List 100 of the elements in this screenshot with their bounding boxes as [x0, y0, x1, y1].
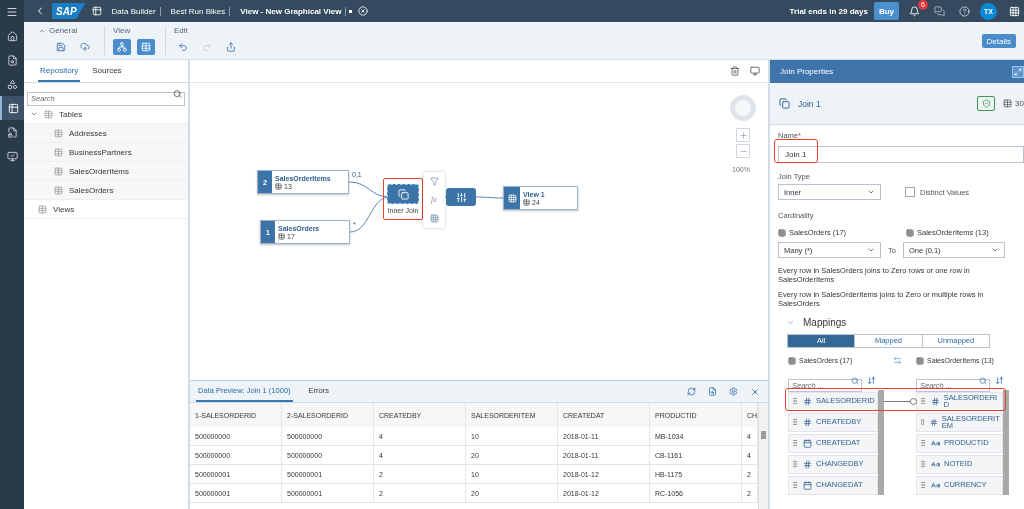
- redo-icon: [202, 42, 212, 52]
- sort-icon[interactable]: [867, 376, 876, 385]
- document-search-icon[interactable]: [708, 387, 717, 396]
- monitor-icon: [6, 150, 18, 162]
- search-icon[interactable]: [173, 89, 182, 99]
- drag-handle-icon[interactable]: [919, 460, 927, 468]
- menu-icon[interactable]: [6, 6, 18, 18]
- tree-item[interactable]: SalesOrderItems: [24, 162, 188, 181]
- name-field[interactable]: Join 1: [778, 146, 1024, 163]
- drag-handle-icon[interactable]: [919, 397, 927, 405]
- join-icon: [397, 188, 409, 200]
- settings-icon[interactable]: [729, 387, 738, 396]
- zoom-in-button[interactable]: [736, 128, 750, 142]
- search-icon[interactable]: [851, 376, 859, 385]
- apps-icon[interactable]: [1009, 5, 1020, 17]
- checkbox[interactable]: [905, 187, 915, 197]
- share-icon: [226, 42, 236, 52]
- close-icon[interactable]: [750, 386, 760, 397]
- sliders-icon: [455, 191, 467, 203]
- breadcrumb[interactable]: Data Builder: [107, 6, 161, 16]
- object-title: Join 1: [798, 98, 821, 109]
- scrollbar-thumb[interactable]: [761, 431, 766, 439]
- table-icon: [523, 198, 530, 206]
- join-icon: [779, 98, 790, 109]
- cloud-upload-icon: [80, 42, 90, 52]
- dropdown-icon: [867, 188, 875, 196]
- refresh-icon[interactable]: [687, 387, 696, 396]
- drag-handle-icon[interactable]: [919, 418, 926, 426]
- toolbar-button[interactable]: [113, 39, 131, 55]
- calendar-icon: [803, 438, 812, 448]
- diagram-icon: [117, 42, 127, 52]
- swap-icon[interactable]: [892, 356, 902, 365]
- expand-icon[interactable]: [30, 110, 38, 118]
- filter-icon[interactable]: [429, 176, 439, 186]
- function-icon[interactable]: fx: [431, 195, 437, 205]
- table-icon: [54, 185, 63, 195]
- sort-icon[interactable]: [995, 376, 1004, 385]
- plus-icon: [738, 130, 748, 140]
- projection-node[interactable]: [446, 188, 476, 206]
- drag-handle-icon[interactable]: [791, 418, 799, 426]
- nav-item[interactable]: [0, 96, 24, 120]
- table-icon[interactable]: [429, 214, 439, 224]
- table-icon: [1003, 99, 1013, 108]
- calendar-icon: [803, 480, 812, 490]
- column-count: 30: [1015, 99, 1024, 108]
- table-icon: [44, 109, 53, 119]
- tree-item[interactable]: SalesOrders: [24, 181, 188, 200]
- scroll-bar[interactable]: [1003, 389, 1009, 495]
- details-button[interactable]: Details: [981, 34, 1016, 48]
- tree-item[interactable]: Addresses: [24, 124, 188, 143]
- trial-text: Trial ends in 29 days: [789, 6, 868, 16]
- home-icon: [6, 30, 18, 42]
- group-label: View: [113, 26, 131, 35]
- letters-icon: [931, 438, 940, 448]
- drag-handle-icon[interactable]: [791, 439, 799, 447]
- tree-item[interactable]: BusinessPartners: [24, 143, 188, 162]
- notification-icon[interactable]: [909, 5, 920, 17]
- drag-handle-icon[interactable]: [919, 439, 927, 447]
- drag-handle-icon[interactable]: [791, 460, 799, 468]
- undo-icon: [178, 42, 188, 52]
- save-icon: [56, 42, 66, 52]
- table-icon: [141, 42, 151, 52]
- table-icon: [778, 228, 786, 237]
- shield-icon: [981, 99, 991, 108]
- maximize-icon: [1014, 67, 1022, 76]
- table-icon: [906, 228, 914, 237]
- dropdown-icon: [867, 246, 875, 254]
- delete-icon[interactable]: [730, 66, 740, 76]
- breadcrumb[interactable]: View - New Graphical View: [236, 6, 347, 16]
- table-icon: [788, 356, 796, 365]
- breadcrumb[interactable]: Best Run Bikes: [166, 6, 231, 16]
- table-icon: [54, 166, 63, 176]
- drag-handle-icon[interactable]: [791, 481, 799, 489]
- drag-handle-icon[interactable]: [791, 397, 799, 405]
- letters-icon: [931, 480, 940, 490]
- close-icon[interactable]: [358, 6, 369, 16]
- table-icon: [38, 204, 47, 214]
- chat-icon[interactable]: [934, 5, 945, 17]
- group-label: Edit: [174, 26, 188, 35]
- table-icon: [916, 356, 924, 365]
- panel-tab[interactable]: Sources: [90, 60, 124, 82]
- dropdown-icon: [990, 246, 999, 254]
- scroll-bar[interactable]: [878, 389, 884, 495]
- zoom-out-button[interactable]: [736, 144, 750, 158]
- hash-icon: [803, 396, 812, 406]
- panel-tab[interactable]: Repository: [38, 60, 81, 82]
- table-icon: [275, 182, 282, 190]
- hash-icon: [930, 396, 940, 406]
- document-search-icon: [6, 54, 18, 66]
- toolbar-button[interactable]: [137, 39, 155, 55]
- help-icon[interactable]: [959, 5, 970, 17]
- maximize-button[interactable]: [1012, 65, 1024, 78]
- validation-button[interactable]: [977, 96, 996, 111]
- letters-icon: [931, 459, 940, 469]
- hash-icon: [929, 417, 938, 427]
- file-lock-icon: [6, 126, 18, 138]
- search-icon[interactable]: [979, 376, 987, 385]
- monitor-icon[interactable]: [750, 66, 760, 76]
- table-icon: [278, 232, 285, 240]
- drag-handle-icon[interactable]: [919, 481, 927, 489]
